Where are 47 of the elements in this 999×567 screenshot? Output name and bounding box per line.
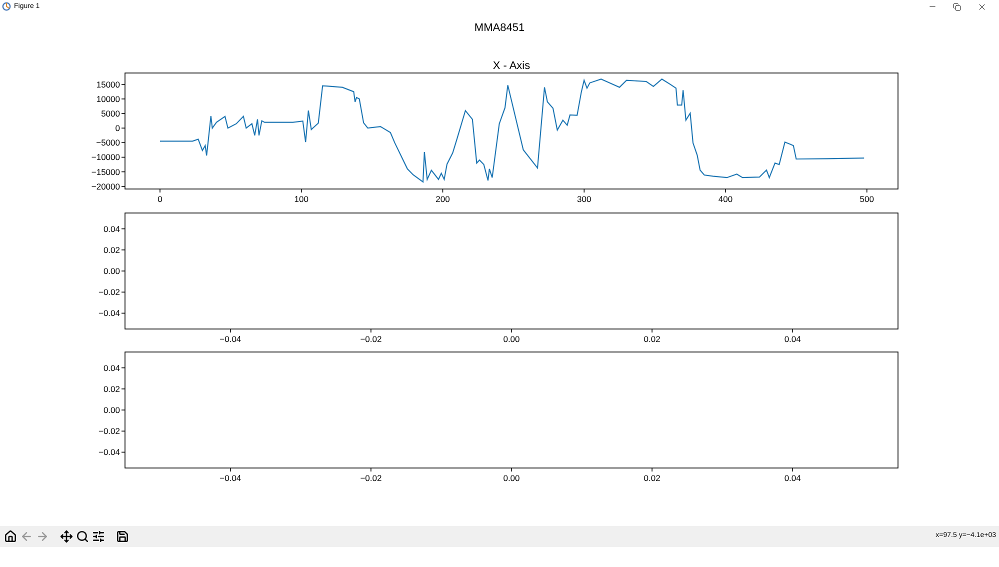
app-icon: [2, 2, 11, 11]
tick-label: −5000: [96, 138, 120, 148]
close-icon[interactable]: [977, 2, 987, 12]
tick-label: 0.04: [103, 224, 120, 234]
tick-label: 200: [436, 194, 450, 204]
tick-label: 300: [577, 194, 592, 204]
tick-label: 0.04: [784, 334, 801, 344]
tick-label: −0.02: [360, 334, 382, 344]
tick-label: 0.04: [103, 362, 120, 373]
tick-label: −0.04: [98, 308, 120, 318]
tick-label: 0.02: [644, 473, 660, 483]
figure-title: MMA8451: [474, 21, 525, 36]
chart-title: X - Axis: [492, 60, 530, 72]
tick-label: 500: [860, 194, 874, 204]
tick-label: −0.02: [98, 287, 120, 298]
tick-label: 0.00: [103, 266, 120, 276]
tick-label: 0.02: [103, 384, 120, 394]
tick-label: −0.04: [220, 334, 242, 344]
tick-label: 0: [158, 194, 162, 204]
save-icon: [116, 530, 128, 543]
move-button[interactable]: [58, 528, 74, 546]
tick-label: −0.04: [220, 473, 242, 483]
tick-label: 0.00: [103, 405, 120, 415]
restore-icon[interactable]: [953, 2, 961, 10]
tick-label: 0: [115, 123, 120, 134]
tick-label: 15000: [96, 79, 120, 90]
tick-label: 400: [718, 194, 733, 204]
left-arrow-icon: [20, 530, 32, 543]
tick-label: 0.00: [503, 473, 520, 483]
tick-label: −0.02: [98, 426, 120, 436]
tick-label: −10000: [91, 152, 120, 162]
tick-label: 100: [294, 194, 308, 204]
search-icon: [76, 530, 88, 543]
tick-label: −20000: [91, 181, 120, 192]
tick-label: 10000: [96, 94, 120, 104]
move-icon: [60, 530, 72, 543]
home-icon: [4, 530, 16, 543]
right-arrow-icon: [36, 530, 48, 543]
tick-label: 5000: [101, 108, 120, 119]
tick-label: −0.04: [98, 447, 120, 458]
sliders-icon: [92, 530, 104, 543]
tick-label: 0.02: [103, 244, 120, 255]
tick-label: 0.02: [644, 334, 660, 344]
tick-label: −0.02: [360, 473, 382, 483]
tick-label: −15000: [91, 166, 120, 177]
tick-label: 0.04: [784, 473, 801, 483]
tick-label: 0.00: [503, 334, 520, 344]
